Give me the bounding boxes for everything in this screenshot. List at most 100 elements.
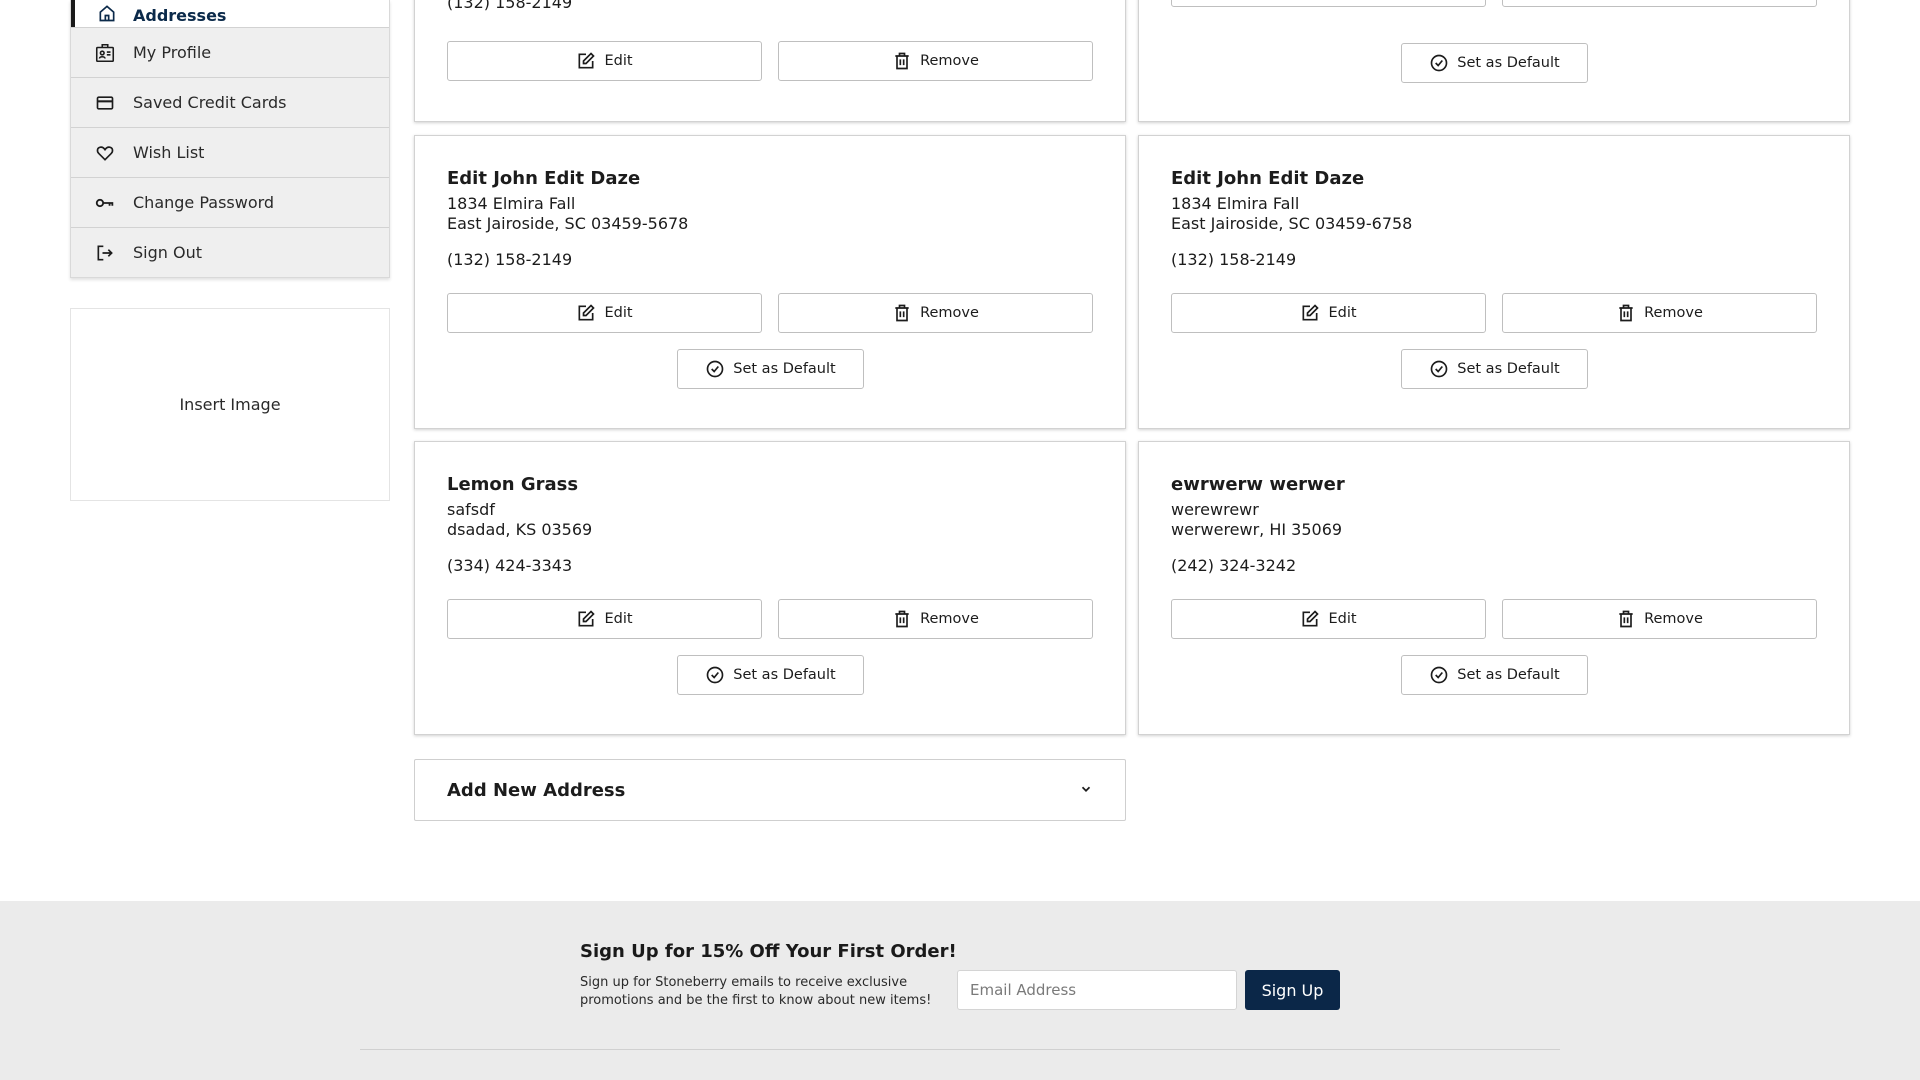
- edit-label: Edit: [604, 53, 633, 69]
- credit-card-icon: [93, 91, 117, 115]
- address-name: Edit John Edit Daze: [1171, 168, 1365, 189]
- address-line1: 1834 Elmira Fall: [1171, 194, 1300, 213]
- address-phone: (242) 324-3242: [1171, 556, 1297, 575]
- address-card: Edit John Edit Daze 1834 Elmira Fall Eas…: [414, 135, 1126, 429]
- sidebar-item-addresses[interactable]: Addresses: [71, 0, 389, 27]
- address-line2: werwerewr, HI 35069: [1171, 520, 1343, 539]
- address-name: Edit John Edit Daze: [447, 168, 641, 189]
- set-default-button[interactable]: Set as Default: [677, 655, 864, 695]
- sidebar-item-change-password[interactable]: Change Password: [71, 177, 389, 227]
- set-default-label: Set as Default: [733, 667, 836, 683]
- address-line1: 1834 Elmira Fall: [447, 194, 576, 213]
- sidebar-item-label: Wish List: [133, 143, 205, 162]
- check-circle-icon: [1429, 53, 1449, 73]
- set-default-label: Set as Default: [1457, 361, 1560, 377]
- sidebar-item-my-profile[interactable]: My Profile: [71, 27, 389, 77]
- insert-image-placeholder: Insert Image: [70, 308, 390, 501]
- address-card: ewrwerw werwer werewrewr werwerewr, HI 3…: [1138, 441, 1850, 735]
- address-card-partial: (132) 158-2149 Edit Remove: [414, 0, 1126, 122]
- sidebar-item-label: Saved Credit Cards: [133, 93, 287, 112]
- sign-out-icon: [93, 241, 117, 265]
- edit-button[interactable]: Edit: [1171, 0, 1486, 7]
- sidebar-item-sign-out[interactable]: Sign Out: [71, 227, 389, 277]
- address-phone: (132) 158-2149: [447, 250, 573, 269]
- chevron-down-icon: [1079, 781, 1093, 800]
- remove-label: Remove: [920, 305, 979, 321]
- edit-label: Edit: [604, 611, 633, 627]
- address-phone: (334) 424-3343: [447, 556, 573, 575]
- remove-label: Remove: [1644, 305, 1703, 321]
- remove-label: Remove: [920, 611, 979, 627]
- edit-button[interactable]: Edit: [447, 41, 762, 81]
- trash-icon: [892, 51, 912, 71]
- edit-label: Edit: [604, 305, 633, 321]
- edit-button[interactable]: Edit: [1171, 293, 1486, 333]
- edit-icon: [576, 51, 596, 71]
- sidebar-item-label: My Profile: [133, 43, 212, 62]
- newsletter-description: Sign up for Stoneberry emails to receive…: [580, 975, 932, 1008]
- address-name: ewrwerw werwer: [1171, 474, 1345, 495]
- address-line2: dsadad, KS 03569: [447, 520, 593, 539]
- address-card: Lemon Grass safsdf dsadad, KS 03569 (334…: [414, 441, 1126, 735]
- trash-icon: [892, 303, 912, 323]
- remove-button[interactable]: Remove: [1502, 0, 1817, 7]
- check-circle-icon: [705, 359, 725, 379]
- address-line1: safsdf: [447, 500, 495, 519]
- check-circle-icon: [1429, 359, 1449, 379]
- remove-label: Remove: [920, 53, 979, 69]
- add-new-address-label: Add New Address: [447, 779, 626, 801]
- check-circle-icon: [1429, 665, 1449, 685]
- trash-icon: [892, 609, 912, 629]
- insert-image-label: Insert Image: [179, 395, 281, 414]
- edit-icon: [1300, 303, 1320, 323]
- remove-label: Remove: [1644, 611, 1703, 627]
- account-sidebar: Addresses My Profile Saved Credit Cards …: [70, 0, 390, 278]
- id-card-icon: [93, 41, 117, 65]
- trash-icon: [1616, 303, 1636, 323]
- address-phone: (132) 158-2149: [447, 0, 573, 12]
- sidebar-item-label: Sign Out: [133, 243, 202, 262]
- sidebar-item-label: Change Password: [133, 193, 275, 212]
- remove-button[interactable]: Remove: [778, 41, 1093, 81]
- address-name: Lemon Grass: [447, 474, 579, 495]
- address-card: Edit John Edit Daze 1834 Elmira Fall Eas…: [1138, 135, 1850, 429]
- address-line2: East Jairoside, SC 03459-5678: [447, 214, 689, 233]
- heart-icon: [93, 141, 117, 165]
- edit-label: Edit: [1328, 305, 1357, 321]
- sidebar-item-saved-credit-cards[interactable]: Saved Credit Cards: [71, 77, 389, 127]
- set-default-button[interactable]: Set as Default: [1401, 655, 1588, 695]
- set-default-label: Set as Default: [1457, 55, 1560, 71]
- edit-icon: [576, 609, 596, 629]
- edit-button[interactable]: Edit: [447, 293, 762, 333]
- edit-label: Edit: [1328, 611, 1357, 627]
- remove-button[interactable]: Remove: [1502, 599, 1817, 639]
- address-line2: East Jairoside, SC 03459-6758: [1171, 214, 1413, 233]
- set-default-label: Set as Default: [733, 361, 836, 377]
- set-default-label: Set as Default: [1457, 667, 1560, 683]
- sign-up-button[interactable]: Sign Up: [1245, 970, 1340, 1010]
- newsletter-footer: Sign Up for 15% Off Your First Order! Si…: [0, 901, 1920, 1080]
- set-default-button[interactable]: Set as Default: [677, 349, 864, 389]
- set-default-button[interactable]: Set as Default: [1401, 349, 1588, 389]
- footer-divider: [360, 1049, 1560, 1050]
- key-icon: [93, 191, 117, 215]
- remove-button[interactable]: Remove: [1502, 293, 1817, 333]
- edit-button[interactable]: Edit: [1171, 599, 1486, 639]
- address-phone: (132) 158-2149: [1171, 250, 1297, 269]
- edit-button[interactable]: Edit: [447, 599, 762, 639]
- edit-icon: [576, 303, 596, 323]
- sidebar-item-wish-list[interactable]: Wish List: [71, 127, 389, 177]
- remove-button[interactable]: Remove: [778, 599, 1093, 639]
- newsletter-title: Sign Up for 15% Off Your First Order!: [580, 941, 957, 962]
- trash-icon: [1616, 609, 1636, 629]
- edit-icon: [1300, 609, 1320, 629]
- set-default-button[interactable]: Set as Default: [1401, 43, 1588, 83]
- email-input[interactable]: [957, 970, 1237, 1010]
- home-icon: [95, 1, 119, 25]
- sidebar-item-label: Addresses: [133, 6, 227, 25]
- add-new-address-toggle[interactable]: Add New Address: [414, 759, 1126, 821]
- address-card-partial: Edit Remove Set as Default: [1138, 0, 1850, 122]
- address-line1: werewrewr: [1171, 500, 1259, 519]
- remove-button[interactable]: Remove: [778, 293, 1093, 333]
- check-circle-icon: [705, 665, 725, 685]
